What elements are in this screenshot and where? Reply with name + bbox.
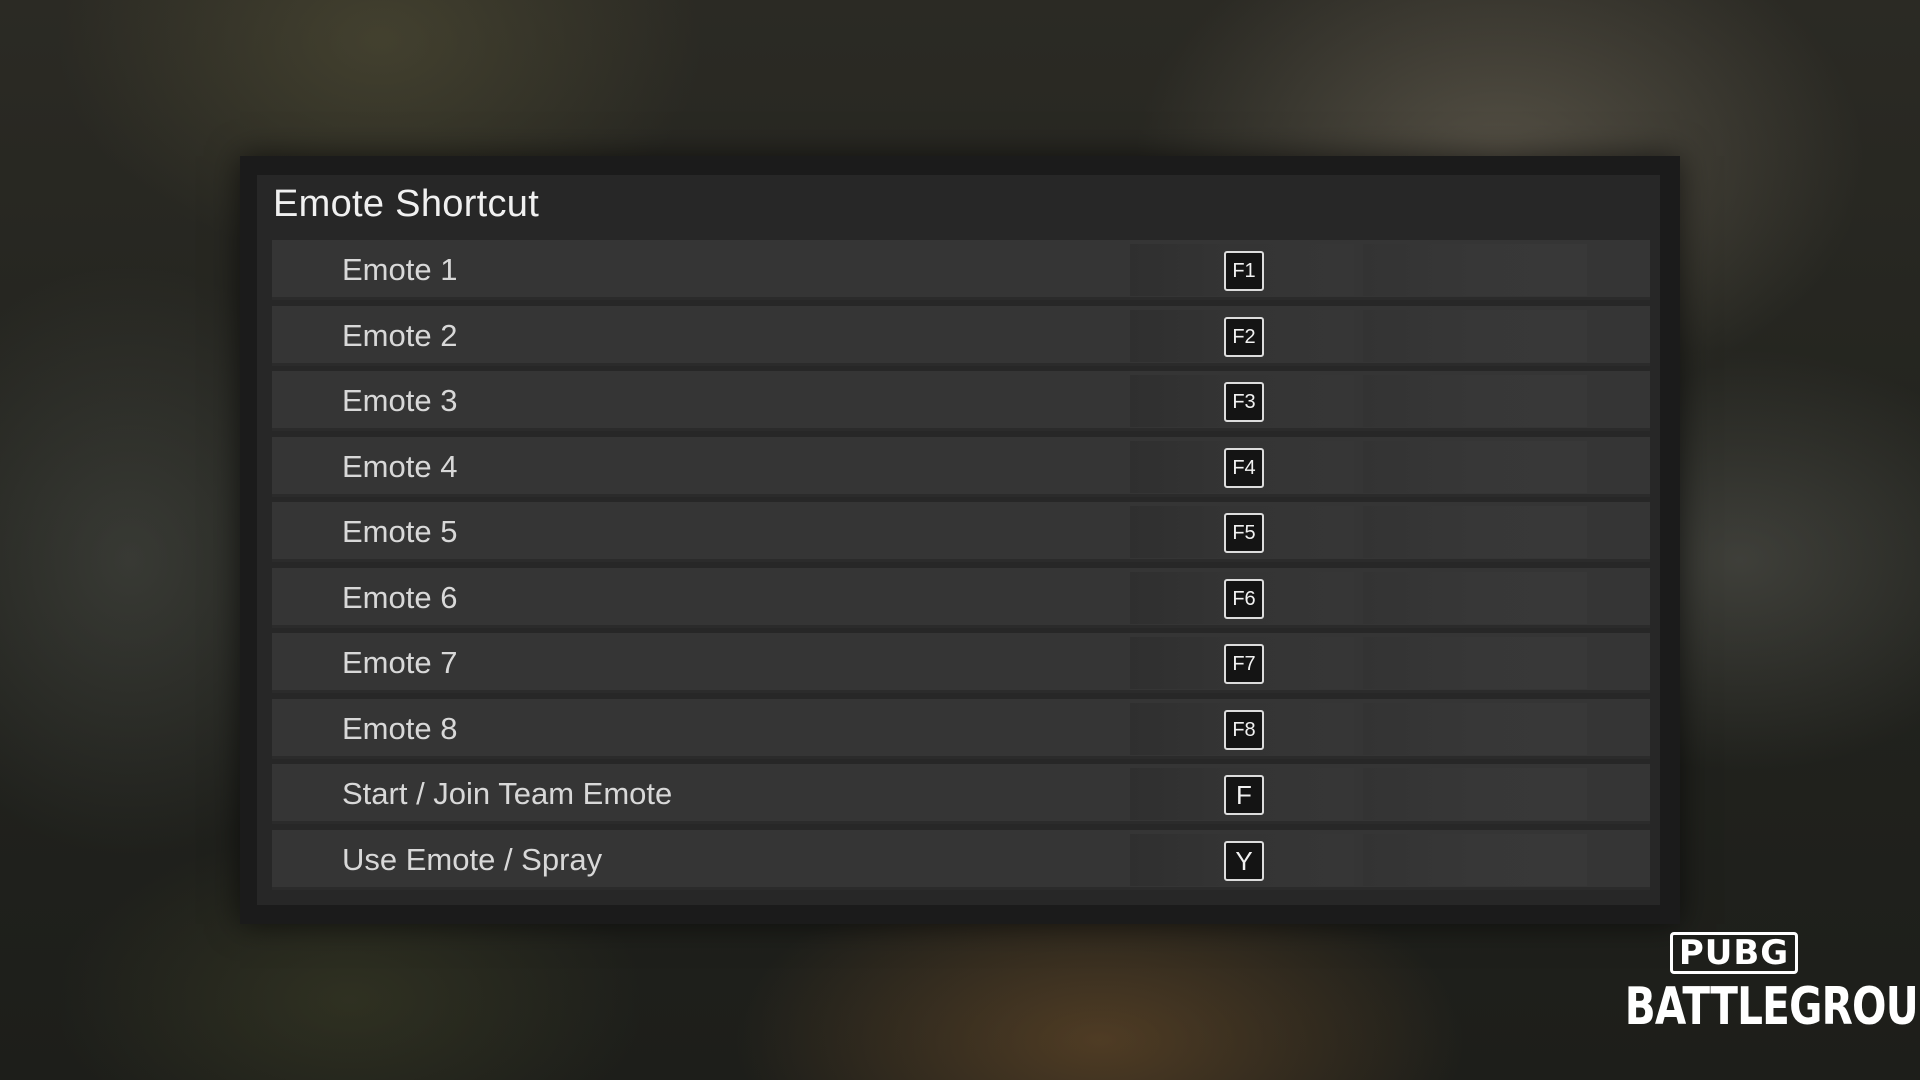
shortcut-label: Emote 3 [342, 383, 458, 418]
keycap-icon: F2 [1224, 316, 1264, 357]
shortcut-row-emote-5[interactable]: Emote 5 F5 [272, 502, 1650, 562]
shortcut-label: Emote 6 [342, 579, 458, 615]
secondary-key-slot[interactable] [1363, 506, 1587, 558]
logo-battlegrounds-text: BATTLEGROUNDS [1624, 977, 1920, 1037]
shortcut-row-emote-4[interactable]: Emote 4 F4 [272, 436, 1650, 497]
keycap-icon: Y [1224, 840, 1264, 881]
shortcut-row-use-emote-spray[interactable]: Use Emote / Spray Y [272, 829, 1650, 890]
keycap-icon: F6 [1224, 578, 1264, 619]
keycap-icon: F3 [1224, 382, 1264, 422]
shortcut-label: Emote 5 [342, 514, 458, 549]
shortcut-label: Start / Join Team Emote [342, 776, 673, 811]
shortcut-label: Emote 1 [342, 252, 458, 287]
shortcut-label: Emote 8 [342, 710, 458, 746]
shortcut-label: Emote 4 [342, 448, 458, 484]
shortcut-label: Emote 2 [342, 317, 458, 353]
secondary-key-slot[interactable] [1363, 768, 1587, 820]
panel-title: Emote Shortcut [273, 183, 540, 225]
secondary-key-slot[interactable] [1363, 309, 1587, 362]
keycap-icon: F [1224, 775, 1264, 815]
keycap-icon: F7 [1224, 644, 1264, 684]
shortcut-label: Use Emote / Spray [342, 841, 603, 877]
secondary-key-slot[interactable] [1363, 833, 1587, 886]
secondary-key-slot[interactable] [1363, 571, 1587, 624]
pubg-battlegrounds-logo: PUBG BATTLEGROUNDS [1594, 932, 1920, 1037]
secondary-key-slot[interactable] [1363, 375, 1587, 427]
shortcut-row-emote-1[interactable]: Emote 1 F1 [272, 240, 1650, 300]
shortcut-row-emote-2[interactable]: Emote 2 F2 [272, 305, 1650, 366]
shortcut-row-emote-7[interactable]: Emote 7 F7 [272, 633, 1650, 693]
secondary-key-slot[interactable] [1363, 637, 1587, 689]
shortcut-row-emote-8[interactable]: Emote 8 F8 [272, 698, 1650, 759]
secondary-key-slot[interactable] [1363, 244, 1587, 296]
shortcut-row-emote-3[interactable]: Emote 3 F3 [272, 371, 1650, 431]
shortcut-row-emote-6[interactable]: Emote 6 F6 [272, 567, 1650, 628]
shortcut-row-team-emote[interactable]: Start / Join Team Emote F [272, 764, 1650, 824]
keycap-icon: F8 [1224, 709, 1264, 750]
secondary-key-slot[interactable] [1363, 702, 1587, 755]
emote-shortcut-panel: Emote Shortcut Emote 1 F1 Emote 2 F2 Emo… [257, 175, 1660, 905]
keycap-icon: F1 [1224, 251, 1264, 291]
shortcut-list: Emote 1 F1 Emote 2 F2 Emote 3 F3 Emote 4… [272, 240, 1650, 895]
secondary-key-slot[interactable] [1363, 440, 1587, 493]
shortcut-label: Emote 7 [342, 645, 458, 680]
logo-pubg-text: PUBG [1669, 932, 1799, 974]
keycap-icon: F5 [1224, 513, 1264, 553]
keycap-icon: F4 [1224, 447, 1264, 488]
